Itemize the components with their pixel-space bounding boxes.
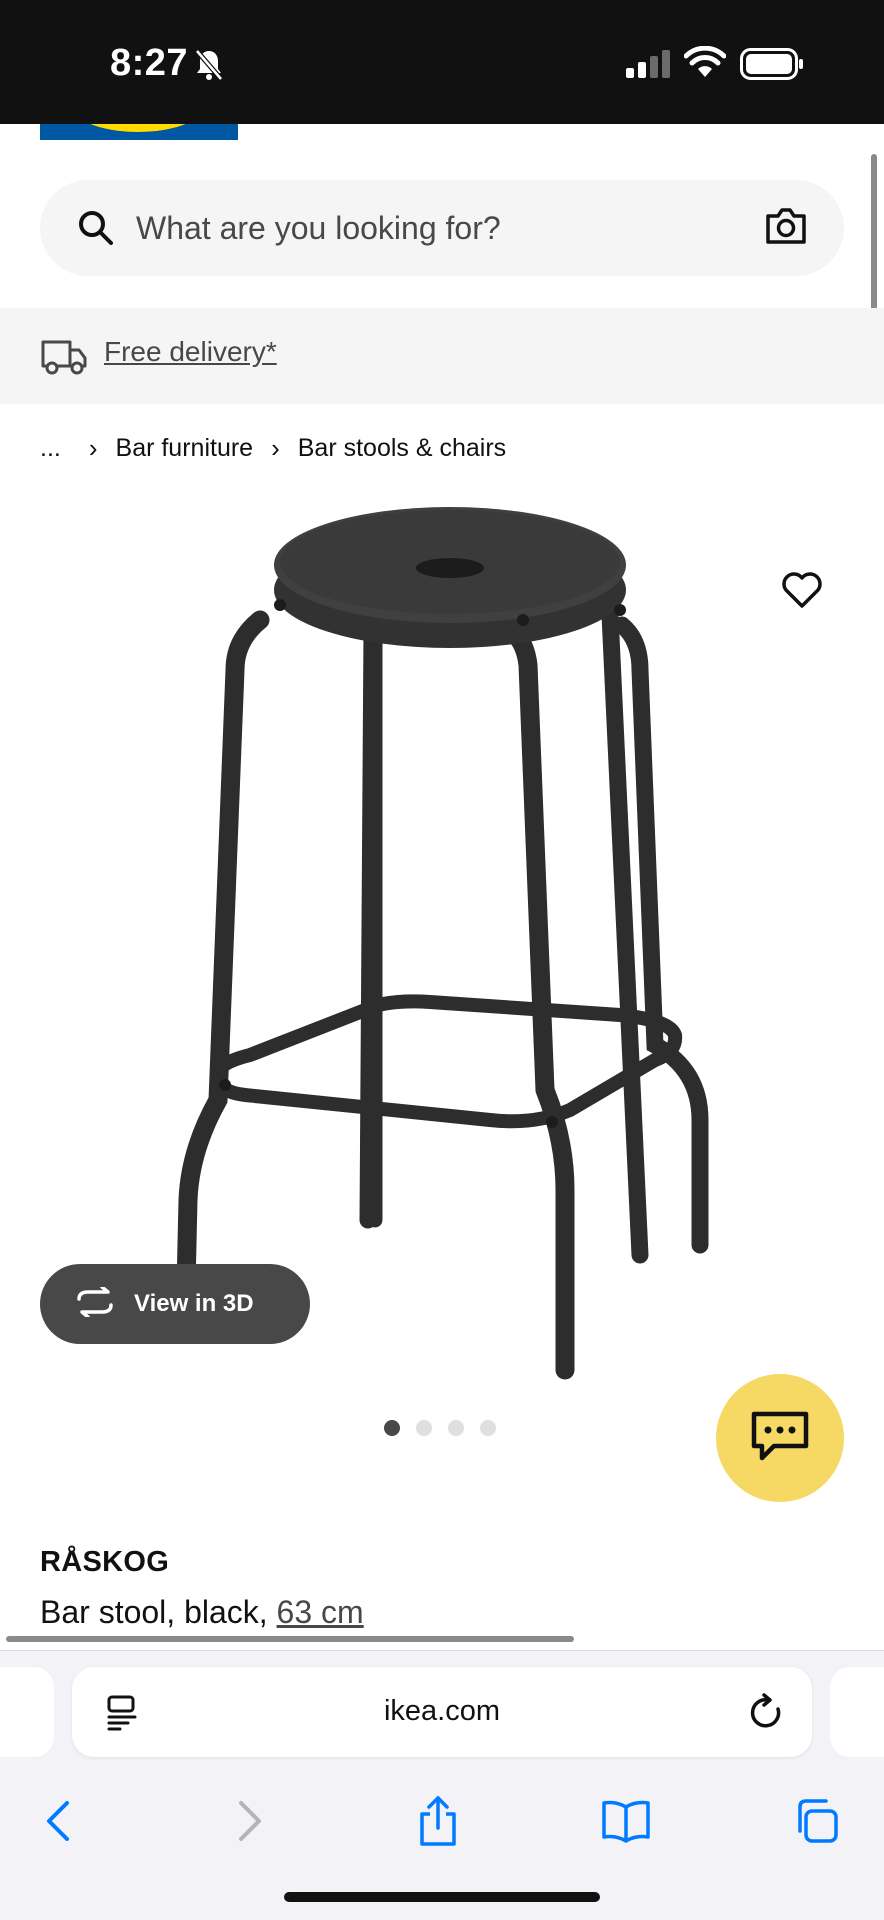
horizontal-scrollbar[interactable] — [6, 1636, 574, 1642]
ikea-logo[interactable] — [40, 124, 238, 140]
bell-slash-icon — [194, 48, 224, 87]
chevron-right-icon: › — [88, 432, 98, 463]
chat-bubble-icon — [748, 1408, 812, 1469]
browser-nav-row — [0, 1775, 884, 1875]
carousel-dot-2[interactable] — [416, 1420, 432, 1436]
chat-button[interactable] — [716, 1374, 844, 1502]
view-in-3d-label: View in 3D — [134, 1290, 254, 1317]
breadcrumb-bar-stools[interactable]: Bar stools & chairs — [298, 434, 506, 463]
truck-icon — [40, 336, 88, 381]
forward-chevron-icon[interactable] — [210, 1781, 290, 1861]
browser-toolbar: ikea.com — [0, 1650, 884, 1920]
search-bar[interactable] — [40, 180, 844, 276]
address-bar[interactable]: ikea.com — [72, 1667, 812, 1757]
free-delivery-link[interactable]: Free delivery* — [104, 336, 277, 368]
url-text: ikea.com — [383, 1695, 501, 1727]
previous-tab-preview[interactable] — [0, 1667, 54, 1757]
product-description-text: Bar stool, black, — [40, 1594, 277, 1630]
breadcrumb-ellipsis[interactable]: ... — [40, 434, 61, 463]
status-time: 8:27 — [110, 42, 189, 84]
bookmarks-icon[interactable] — [586, 1781, 666, 1861]
chevron-right-icon: › — [271, 432, 280, 463]
wifi-icon — [683, 45, 727, 83]
carousel-dot-3[interactable] — [448, 1420, 464, 1436]
status-bar: 8:27 — [0, 0, 884, 124]
search-input[interactable] — [136, 204, 696, 252]
breadcrumb-bar-furniture[interactable]: Bar furniture — [116, 434, 254, 463]
battery-icon — [740, 48, 804, 85]
product-name: RÅSKOG — [40, 1546, 170, 1578]
next-tab-preview[interactable] — [830, 1667, 884, 1757]
home-indicator[interactable] — [284, 1892, 600, 1902]
rotate-3d-icon — [74, 1284, 116, 1322]
carousel-dot-1[interactable] — [384, 1420, 400, 1436]
tabs-icon[interactable] — [776, 1781, 856, 1861]
share-icon[interactable] — [398, 1781, 478, 1861]
view-in-3d-button[interactable]: View in 3D — [40, 1264, 310, 1344]
product-size-link[interactable]: 63 cm — [277, 1594, 364, 1630]
back-chevron-icon[interactable] — [18, 1781, 98, 1861]
cellular-signal-icon — [626, 50, 672, 83]
reload-icon[interactable] — [748, 1693, 786, 1738]
heart-icon[interactable] — [780, 570, 824, 615]
breadcrumb: ... › Bar furniture › Bar stools & chair… — [40, 428, 506, 468]
product-description: Bar stool, black, 63 cm — [40, 1594, 364, 1631]
delivery-banner: Free delivery* — [0, 308, 884, 404]
carousel-dot-4[interactable] — [480, 1420, 496, 1436]
camera-icon[interactable] — [764, 206, 808, 251]
image-carousel-dots[interactable] — [384, 1420, 496, 1436]
search-icon — [76, 208, 116, 253]
